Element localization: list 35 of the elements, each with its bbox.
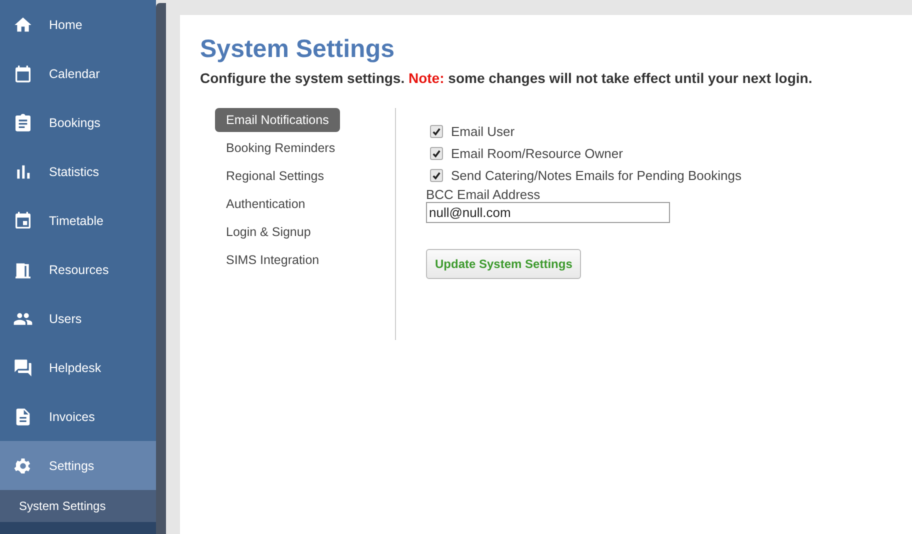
sidebar-subitem[interactable]: System Settings <box>0 490 156 522</box>
email-field[interactable]: null@null.com <box>426 202 670 223</box>
sidebar-item[interactable]: Statistics <box>0 147 156 196</box>
home-icon <box>13 14 33 34</box>
field-label: BCC Email Address <box>426 187 542 202</box>
settings-tab[interactable]: Authentication <box>215 192 316 216</box>
sidebar-item[interactable]: Bookings <box>0 98 156 147</box>
chat-icon <box>13 358 33 378</box>
sidebar-item[interactable]: Home <box>0 0 156 49</box>
gear-icon <box>13 456 33 476</box>
checkbox-label: Send Catering/Notes Emails for Pending Bookings <box>451 168 742 183</box>
sidebar-item[interactable]: Resources <box>0 245 156 294</box>
page-subtitle: Configure the system settings. Note: some changes will not take effect until your next login. <box>200 70 814 86</box>
page-title: System Settings <box>200 35 396 64</box>
scrollbar[interactable] <box>156 3 166 534</box>
settings-tab[interactable]: Email Notifications <box>215 108 340 132</box>
event-icon <box>13 210 33 230</box>
settings-tab[interactable]: Login & Signup <box>215 220 322 244</box>
checkbox[interactable] <box>430 147 443 160</box>
clipboard-icon <box>13 112 33 132</box>
checkbox-label: Email Room/Resource Owner <box>451 146 623 161</box>
sidebar-item[interactable]: Users <box>0 294 156 343</box>
checkbox[interactable] <box>430 125 443 138</box>
sidebar-item[interactable]: Helpdesk <box>0 343 156 392</box>
calendar-icon <box>13 64 33 84</box>
sidebar-item[interactable]: Invoices <box>0 392 156 441</box>
sidebar-item[interactable]: Settings <box>0 441 156 490</box>
checkbox-label: Email User <box>451 124 515 139</box>
checkbox[interactable] <box>430 169 443 182</box>
settings-tab[interactable]: Regional Settings <box>215 164 335 188</box>
sidebar-item[interactable]: Timetable <box>0 196 156 245</box>
update-button[interactable]: Update System Settings <box>426 249 582 279</box>
sidebar-item[interactable]: Calendar <box>0 49 156 98</box>
settings-tab[interactable]: Booking Reminders <box>215 136 346 160</box>
settings-tab[interactable]: SIMS Integration <box>215 248 330 272</box>
